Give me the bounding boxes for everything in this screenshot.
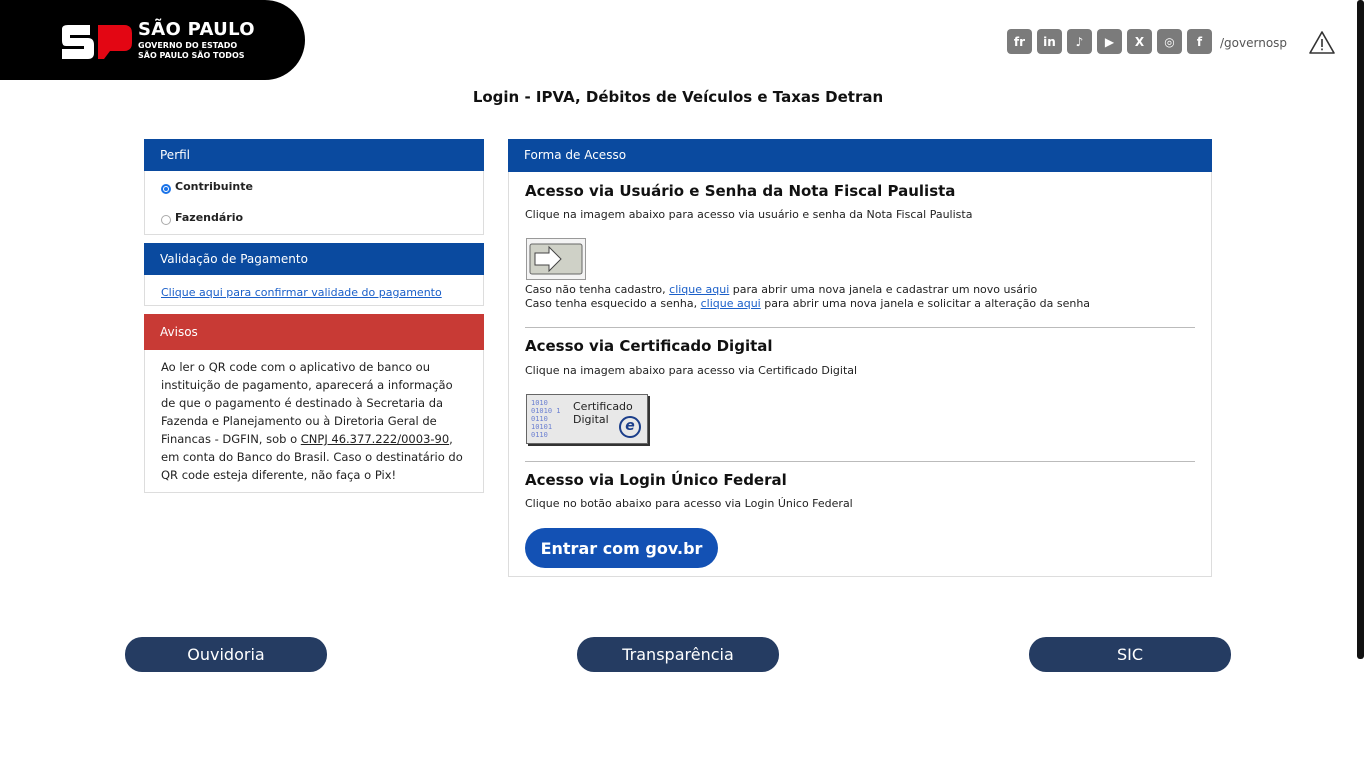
page-title: Login - IPVA, Débitos de Veículos e Taxa…: [472, 88, 884, 106]
avisos-text: Ao ler o QR code com o aplicativo de ban…: [145, 350, 483, 494]
flickr-icon[interactable]: fr: [1007, 29, 1032, 54]
arrow-right-icon: [529, 243, 583, 275]
radio-unchecked-icon[interactable]: [161, 214, 171, 225]
transparencia-button[interactable]: Transparência: [577, 637, 779, 672]
cert-title: Acesso via Certificado Digital: [525, 337, 773, 355]
validacao-panel: Validação de Pagamento Clique aqui para …: [144, 243, 484, 306]
logo-slogan: SÃO PAULO SÃO TODOS: [138, 51, 245, 60]
nfp-help-line1-after: para abrir uma nova janela e cadastrar u…: [729, 283, 1038, 296]
social-handle: /governosp: [1220, 36, 1288, 50]
logo-text: SÃO PAULO GOVERNO DO ESTADO SÃO PAULO SÃ…: [138, 21, 255, 60]
cert-desc: Clique na imagem abaixo para acesso via …: [525, 364, 858, 377]
logo-title: SÃO PAULO: [138, 19, 255, 40]
radio-fazendario[interactable]: Fazendário: [145, 202, 483, 233]
divider: [525, 327, 1195, 328]
social-icons: fr in ♪ ▶ X ◎ f: [1007, 29, 1212, 54]
nfp-login-button[interactable]: [526, 238, 586, 280]
perfil-header: Perfil: [144, 139, 484, 171]
nfp-title: Acesso via Usuário e Senha da Nota Fisca…: [525, 182, 956, 200]
ecert-icon: e: [619, 416, 641, 438]
cadastro-link[interactable]: clique aqui: [669, 283, 729, 296]
x-icon[interactable]: X: [1127, 29, 1152, 54]
scrollbar[interactable]: [1357, 0, 1364, 659]
header-logo-block[interactable]: SÃO PAULO GOVERNO DO ESTADO SÃO PAULO SÃ…: [0, 0, 305, 80]
facebook-icon[interactable]: f: [1187, 29, 1212, 54]
nfp-help-line2: Caso tenha esquecido a senha, clique aqu…: [525, 297, 1195, 311]
nfp-help-line1-before: Caso não tenha cadastro,: [525, 283, 670, 296]
logo-subtitle: GOVERNO DO ESTADO: [138, 41, 238, 50]
avisos-header: Avisos: [144, 314, 484, 350]
gov-title: Acesso via Login Único Federal: [525, 471, 787, 489]
validacao-header: Validação de Pagamento: [144, 243, 484, 275]
youtube-icon[interactable]: ▶: [1097, 29, 1122, 54]
warning-icon[interactable]: [1308, 30, 1336, 55]
nfp-help-line2-before: Caso tenha esquecido a senha,: [525, 297, 701, 310]
tiktok-icon[interactable]: ♪: [1067, 29, 1092, 54]
govbr-login-button[interactable]: Entrar com gov.br: [525, 528, 718, 568]
binary-pattern-icon: 1010 01010 1 0110 10101 0110 10010 01011: [531, 399, 561, 439]
sic-button[interactable]: SIC: [1029, 637, 1231, 672]
radio-fazendario-label: Fazendário: [175, 211, 244, 224]
senha-link[interactable]: clique aqui: [701, 297, 761, 310]
nfp-help-line1: Caso não tenha cadastro, clique aqui par…: [525, 283, 1195, 297]
forma-acesso-header: Forma de Acesso: [508, 139, 1212, 172]
gov-desc: Clique no botão abaixo para acesso via L…: [525, 497, 853, 510]
radio-contribuinte-label: Contribuinte: [175, 180, 253, 193]
perfil-panel: Perfil Contribuinte Fazendário: [144, 139, 484, 235]
cert-img-line1: Certificado: [573, 400, 633, 413]
nfp-section: Acesso via Usuário e Senha da Nota Fisca…: [525, 182, 1195, 221]
linkedin-icon[interactable]: in: [1037, 29, 1062, 54]
nfp-desc: Clique na imagem abaixo para acesso via …: [525, 208, 973, 221]
certificado-digital-button[interactable]: 1010 01010 1 0110 10101 0110 10010 01011…: [526, 394, 648, 444]
validacao-link[interactable]: Clique aqui para confirmar validade do p…: [161, 286, 442, 299]
ouvidoria-button[interactable]: Ouvidoria: [125, 637, 327, 672]
radio-contribuinte[interactable]: Contribuinte: [145, 171, 483, 202]
gov-section: Acesso via Login Único Federal Clique no…: [525, 471, 1195, 510]
nfp-help-text: Caso não tenha cadastro, clique aqui par…: [525, 283, 1195, 311]
divider: [525, 461, 1195, 462]
nfp-help-line2-after: para abrir uma nova janela e solicitar a…: [760, 297, 1091, 310]
cert-section: Acesso via Certificado Digital Clique na…: [525, 337, 1195, 377]
avisos-panel: Avisos Ao ler o QR code com o aplicativo…: [144, 314, 484, 493]
instagram-icon[interactable]: ◎: [1157, 29, 1182, 54]
radio-checked-icon[interactable]: [161, 183, 171, 194]
forma-acesso-panel: Forma de Acesso Acesso via Usuário e Sen…: [508, 139, 1212, 577]
avisos-cnpj: CNPJ 46.377.222/0003-90: [300, 432, 450, 446]
sp-logo-icon: [62, 25, 132, 59]
